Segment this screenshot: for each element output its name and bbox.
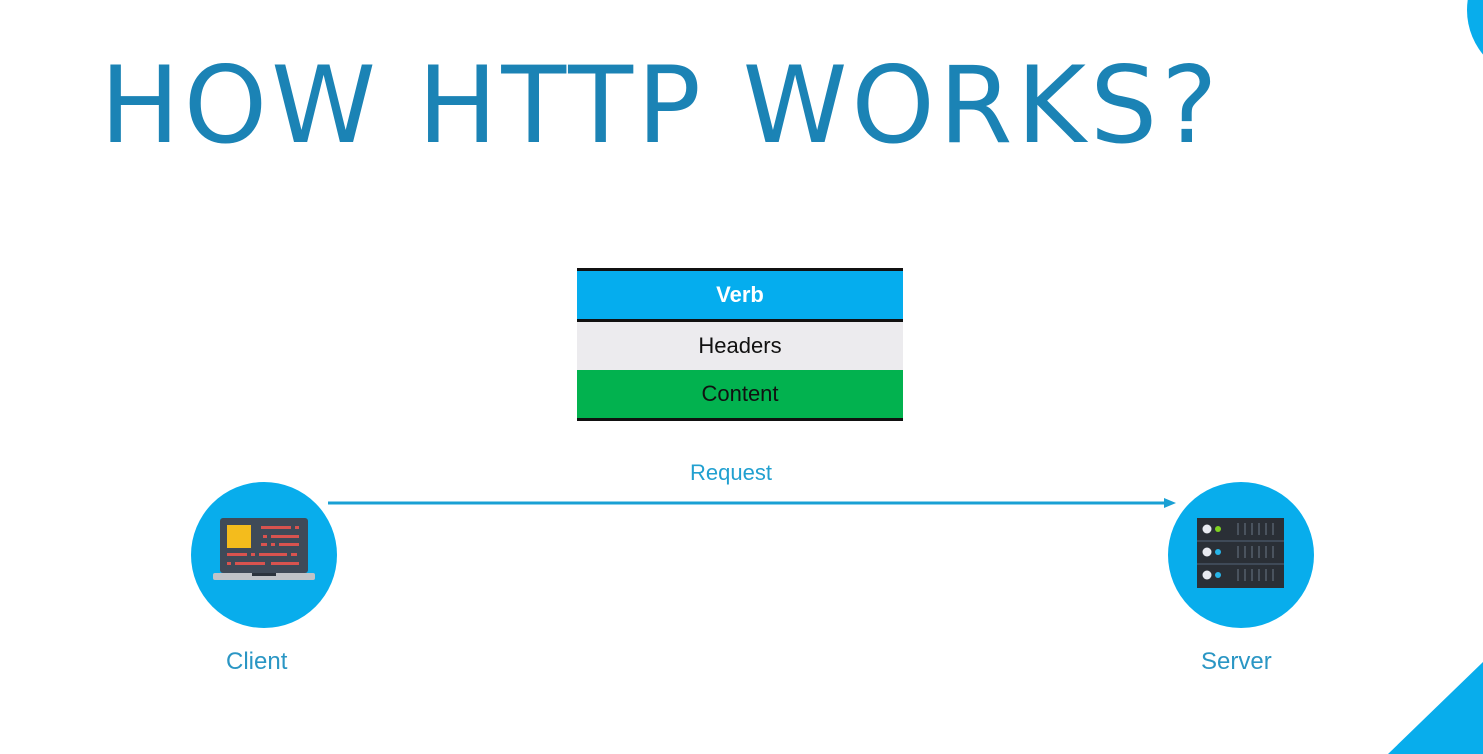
packet-headers: Headers (577, 322, 903, 370)
request-label: Request (690, 460, 772, 485)
packet-content: Content (577, 370, 903, 421)
client-label: Client (226, 648, 288, 675)
packet-verb: Verb (577, 268, 903, 322)
server-label: Server (1201, 648, 1272, 675)
http-request-packet: Verb Headers Content (577, 268, 903, 421)
decorative-triangle (1388, 662, 1483, 754)
server-icon (1197, 518, 1284, 588)
decorative-circle (1467, 0, 1483, 55)
laptop-icon (213, 518, 315, 580)
page-title: HOW HTTP WORKS? (100, 44, 1222, 167)
request-arrow (328, 498, 1176, 508)
client-node (191, 482, 337, 628)
server-node (1168, 482, 1314, 628)
